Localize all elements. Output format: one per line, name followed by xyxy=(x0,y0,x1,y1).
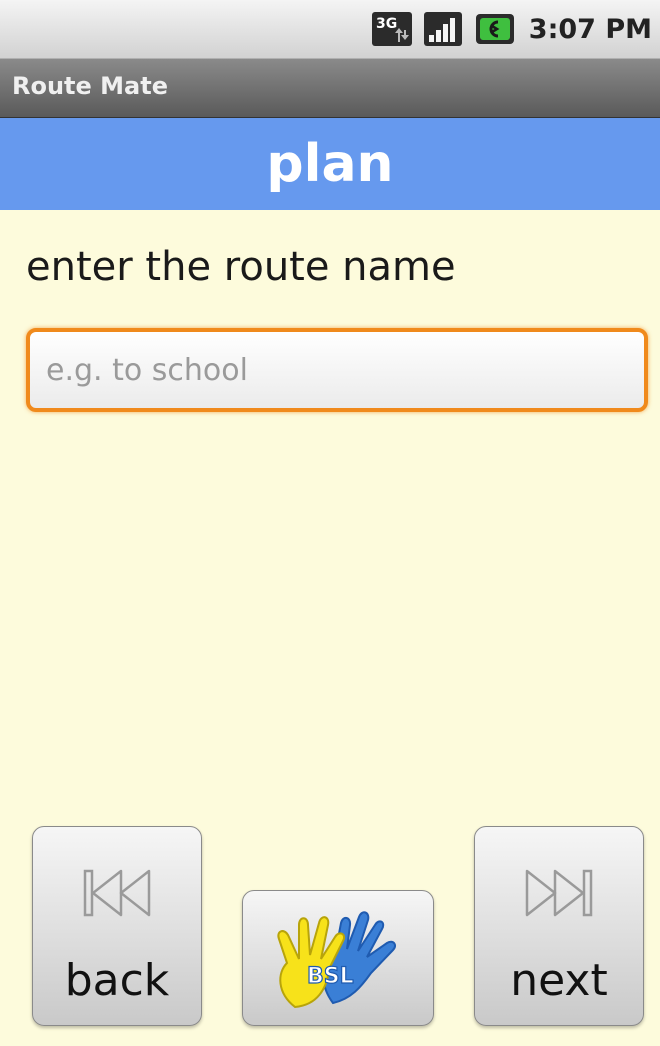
3g-icon: 3G xyxy=(371,11,413,47)
route-name-input[interactable] xyxy=(26,328,648,412)
next-button[interactable]: next xyxy=(474,826,644,1026)
skip-back-icon xyxy=(33,865,201,925)
header-band: plan xyxy=(0,118,660,210)
back-button-label: back xyxy=(64,955,170,1006)
bsl-sign-language-hands-icon: BSL xyxy=(277,911,397,1009)
route-name-prompt: enter the route name xyxy=(26,244,456,290)
page-title: plan xyxy=(266,134,394,194)
app-title-bar: Route Mate xyxy=(0,59,660,118)
bsl-logo-text: BSL xyxy=(307,964,354,989)
svg-text:3G: 3G xyxy=(376,16,397,32)
status-bar: 3G 3:07 PM xyxy=(0,0,660,59)
status-time: 3:07 PM xyxy=(528,13,652,45)
bsl-button[interactable]: BSL xyxy=(242,890,434,1026)
signal-strength-icon xyxy=(423,11,463,47)
status-icons: 3G 3:07 PM xyxy=(371,10,652,48)
back-button[interactable]: back xyxy=(32,826,202,1026)
battery-icon xyxy=(475,11,515,47)
app-title: Route Mate xyxy=(12,72,168,100)
next-button-label: next xyxy=(510,955,608,1006)
skip-forward-icon xyxy=(475,865,643,925)
